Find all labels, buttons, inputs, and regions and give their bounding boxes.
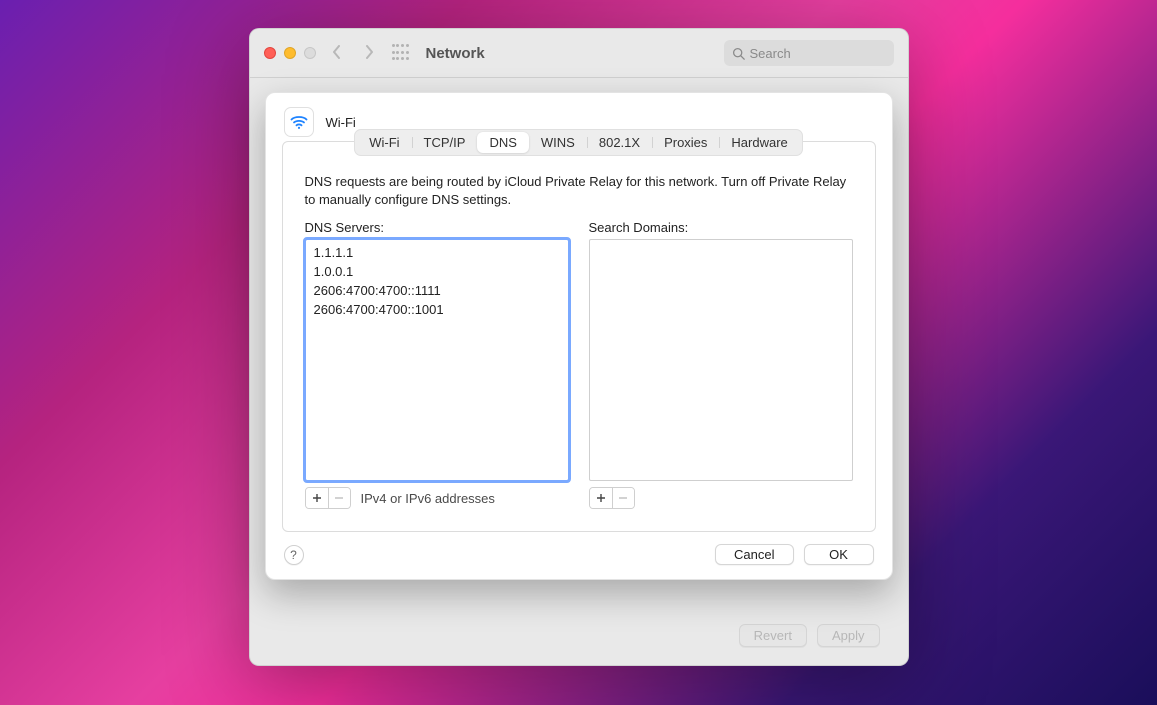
panel: Wi-Fi TCP/IP DNS WINS 802.1X Proxies Har… <box>282 141 876 532</box>
minus-icon <box>618 493 628 503</box>
tab-dns[interactable]: DNS <box>477 132 528 153</box>
search-icon <box>732 47 745 60</box>
search-domains-list[interactable] <box>589 239 853 481</box>
advanced-sheet: Wi-Fi Wi-Fi TCP/IP DNS WINS 802.1X Proxi… <box>265 92 893 580</box>
tab-8021x[interactable]: 802.1X <box>587 132 652 153</box>
nav-buttons <box>332 44 374 62</box>
tab-wifi[interactable]: Wi-Fi <box>357 132 411 153</box>
chevron-left-icon <box>332 45 342 59</box>
minimize-window-button[interactable] <box>284 47 296 59</box>
fullscreen-window-button <box>304 47 316 59</box>
revert-button: Revert <box>739 624 807 647</box>
dns-add-remove <box>305 487 351 509</box>
tab-bar: Wi-Fi TCP/IP DNS WINS 802.1X Proxies Har… <box>354 129 803 156</box>
minus-icon <box>334 493 344 503</box>
domain-add-remove <box>589 487 635 509</box>
ok-button[interactable]: OK <box>804 544 874 565</box>
domain-add-button[interactable] <box>590 488 612 508</box>
tab-wins[interactable]: WINS <box>529 132 587 153</box>
dns-add-button[interactable] <box>306 488 328 508</box>
titlebar: Network Search <box>250 29 908 78</box>
plus-icon <box>596 493 606 503</box>
list-item[interactable]: 2606:4700:4700::1001 <box>312 301 562 320</box>
dns-remove-button <box>328 488 350 508</box>
search-field[interactable]: Search <box>724 40 894 66</box>
list-item[interactable]: 1.1.1.1 <box>312 244 562 263</box>
search-placeholder: Search <box>750 46 791 61</box>
dns-servers-label: DNS Servers: <box>305 220 569 235</box>
domain-remove-button <box>612 488 634 508</box>
back-button[interactable] <box>332 44 342 62</box>
traffic-lights <box>264 47 316 59</box>
show-all-icon[interactable] <box>392 44 410 62</box>
tab-proxies[interactable]: Proxies <box>652 132 719 153</box>
list-item[interactable]: 2606:4700:4700::1111 <box>312 282 562 301</box>
cancel-button[interactable]: Cancel <box>715 544 793 565</box>
interface-name: Wi-Fi <box>326 115 356 130</box>
wifi-icon <box>284 107 314 137</box>
window-title: Network <box>426 45 485 62</box>
tab-hardware[interactable]: Hardware <box>719 132 799 153</box>
forward-button[interactable] <box>364 44 374 62</box>
list-item[interactable]: 1.0.0.1 <box>312 263 562 282</box>
apply-button: Apply <box>817 624 880 647</box>
close-window-button[interactable] <box>264 47 276 59</box>
plus-icon <box>312 493 322 503</box>
chevron-right-icon <box>364 45 374 59</box>
search-domains-label: Search Domains: <box>589 220 853 235</box>
help-button[interactable]: ? <box>284 545 304 565</box>
private-relay-note: DNS requests are being routed by iCloud … <box>305 173 853 208</box>
dns-hint: IPv4 or IPv6 addresses <box>361 491 495 506</box>
dns-servers-list[interactable]: 1.1.1.1 1.0.0.1 2606:4700:4700::1111 260… <box>305 239 569 481</box>
tab-tcpip[interactable]: TCP/IP <box>412 132 478 153</box>
